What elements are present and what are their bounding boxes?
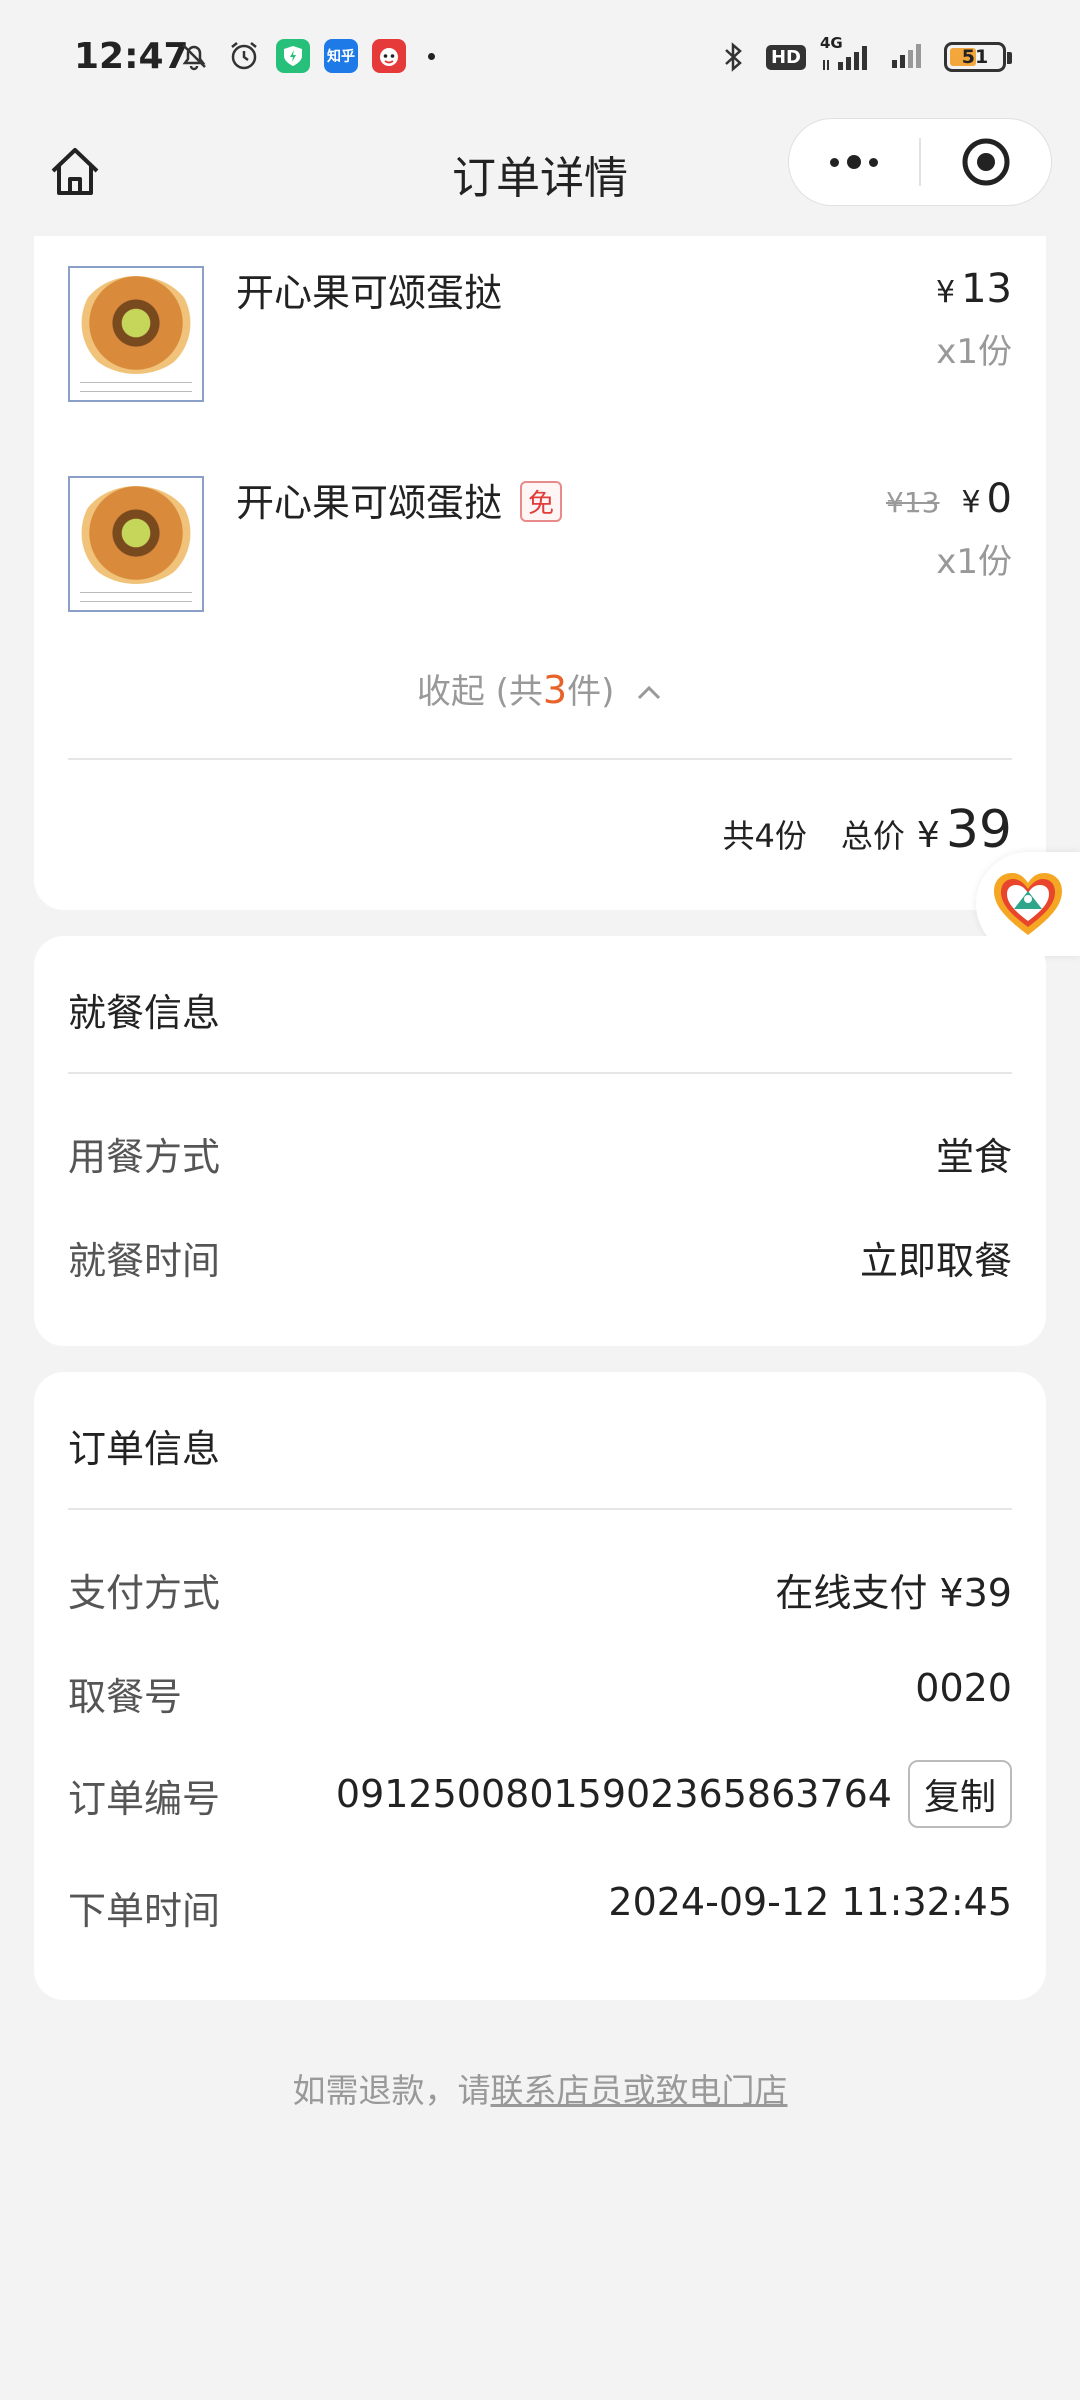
total-amount: 39: [945, 800, 1012, 860]
more-dots-icon: [830, 155, 879, 169]
item-quantity: x1份: [936, 332, 1012, 372]
egg-tart-picture: [78, 486, 194, 584]
currency-symbol: ¥: [961, 485, 981, 520]
section-title: 就餐信息: [68, 991, 221, 1035]
total-label: 总价: [840, 817, 905, 855]
order-number-value: 09125008015902365863764: [335, 1772, 892, 1816]
info-row: 用餐方式 堂食: [68, 1126, 1012, 1186]
row-label: 订单编号: [68, 1777, 221, 1821]
order-item: 开心果可颂蛋挞免 ¥13 ¥0 x1份: [68, 476, 1012, 618]
price-value: 13: [961, 266, 1012, 312]
mini-program-capsule: [788, 118, 1052, 206]
item-quantity: x1份: [936, 542, 1012, 582]
close-mini-program-button[interactable]: [921, 119, 1051, 205]
info-row: 支付方式 在线支付 ¥39: [68, 1562, 1012, 1622]
info-row: 取餐号 0020: [68, 1666, 1012, 1726]
image-caption-lines: [80, 382, 192, 392]
divider: [68, 1508, 1012, 1510]
copy-button[interactable]: 复制: [907, 1760, 1012, 1828]
free-badge: 免: [520, 481, 563, 522]
pickup-number-value: 0020: [915, 1666, 1012, 1710]
item-name: 开心果可颂蛋挞: [236, 271, 503, 315]
bluetooth-icon: [716, 39, 752, 75]
section-title: 订单信息: [68, 1427, 221, 1471]
row-label: 下单时间: [68, 1889, 221, 1933]
status-right-icons: HD 4G 51: [716, 34, 1012, 76]
order-time-value: 2024-09-12 11:32:45: [608, 1880, 1012, 1924]
app-shield-icon: [276, 39, 310, 73]
status-bar: 12:47 知乎 HD 4G 51: [0, 0, 1080, 118]
order-items-card: 开心果可颂蛋挞 ¥13 x1份 开心果可颂蛋挞免 ¥13 ¥0 x1份 收起 (共…: [34, 236, 1046, 910]
cellular-signal-4g-icon: 4G: [820, 34, 876, 74]
divider: [68, 758, 1012, 760]
info-row: 订单编号 09125008015902365863764 复制: [68, 1760, 1012, 1828]
zhihu-app-icon: 知乎: [324, 39, 358, 73]
status-left-icons: 知乎: [176, 38, 435, 74]
nav-bar: 订单详情: [0, 118, 1080, 236]
order-total: 共4份 总价 ¥39: [723, 800, 1012, 860]
product-image: [68, 476, 204, 612]
item-name-text: 开心果可颂蛋挞: [236, 481, 503, 525]
more-menu-button[interactable]: [789, 119, 919, 205]
row-label: 支付方式: [68, 1571, 221, 1615]
app-mascot-icon: [372, 39, 406, 73]
target-close-icon: [962, 138, 1010, 186]
currency-symbol: ¥: [916, 815, 940, 856]
battery-icon: 51: [944, 42, 1012, 72]
cellular-signal-icon: [890, 38, 930, 76]
collapse-prefix: 收起 (共: [416, 672, 543, 712]
hd-badge: HD: [765, 44, 806, 70]
alarm-icon: [226, 38, 262, 74]
chevron-up-icon: [638, 685, 661, 700]
row-label: 就餐时间: [68, 1239, 221, 1283]
payment-method-value: 在线支付 ¥39: [775, 1571, 1012, 1615]
row-value: 堂食: [935, 1135, 1012, 1179]
notification-dot: [428, 52, 435, 60]
egg-tart-picture: [78, 276, 194, 374]
price-value: 0: [986, 476, 1012, 522]
total-count: 共4份: [722, 817, 807, 855]
refund-note: 如需退款，请联系店员或致电门店: [0, 2064, 1080, 2112]
mute-bell-icon: [176, 38, 212, 74]
refund-note-text: 如需退款，请: [292, 2071, 491, 2110]
collapse-count: 3: [542, 668, 568, 712]
collapse-suffix: 件): [567, 672, 615, 712]
collapse-items-button[interactable]: 收起 (共3件): [34, 664, 1046, 713]
item-name: 开心果可颂蛋挞免: [236, 472, 563, 527]
product-image: [68, 266, 204, 402]
status-time: 12:47: [74, 36, 189, 77]
row-value: 立即取餐: [859, 1239, 1012, 1283]
order-item: 开心果可颂蛋挞 ¥13 x1份: [68, 266, 1012, 408]
order-number: 09125008015902365863764 复制: [336, 1760, 1012, 1828]
item-price: ¥13: [936, 266, 1012, 312]
battery-percent: 51: [961, 46, 989, 68]
dining-info-card: 就餐信息 用餐方式 堂食 就餐时间 立即取餐: [34, 936, 1046, 1346]
order-info-card: 订单信息 支付方式 在线支付 ¥39 取餐号 0020 订单编号 0912500…: [34, 1372, 1046, 2000]
info-row: 下单时间 2024-09-12 11:32:45: [68, 1880, 1012, 1940]
row-label: 用餐方式: [68, 1135, 221, 1179]
divider: [68, 1072, 1012, 1074]
original-price: ¥13: [886, 486, 940, 519]
item-price: ¥13 ¥0: [886, 476, 1012, 522]
heart-logo-icon: [994, 873, 1062, 935]
currency-symbol: ¥: [936, 275, 956, 310]
info-row: 就餐时间 立即取餐: [68, 1230, 1012, 1290]
image-caption-lines: [80, 592, 192, 602]
row-label: 取餐号: [68, 1675, 183, 1719]
contact-store-link[interactable]: 联系店员或致电门店: [491, 2071, 788, 2110]
